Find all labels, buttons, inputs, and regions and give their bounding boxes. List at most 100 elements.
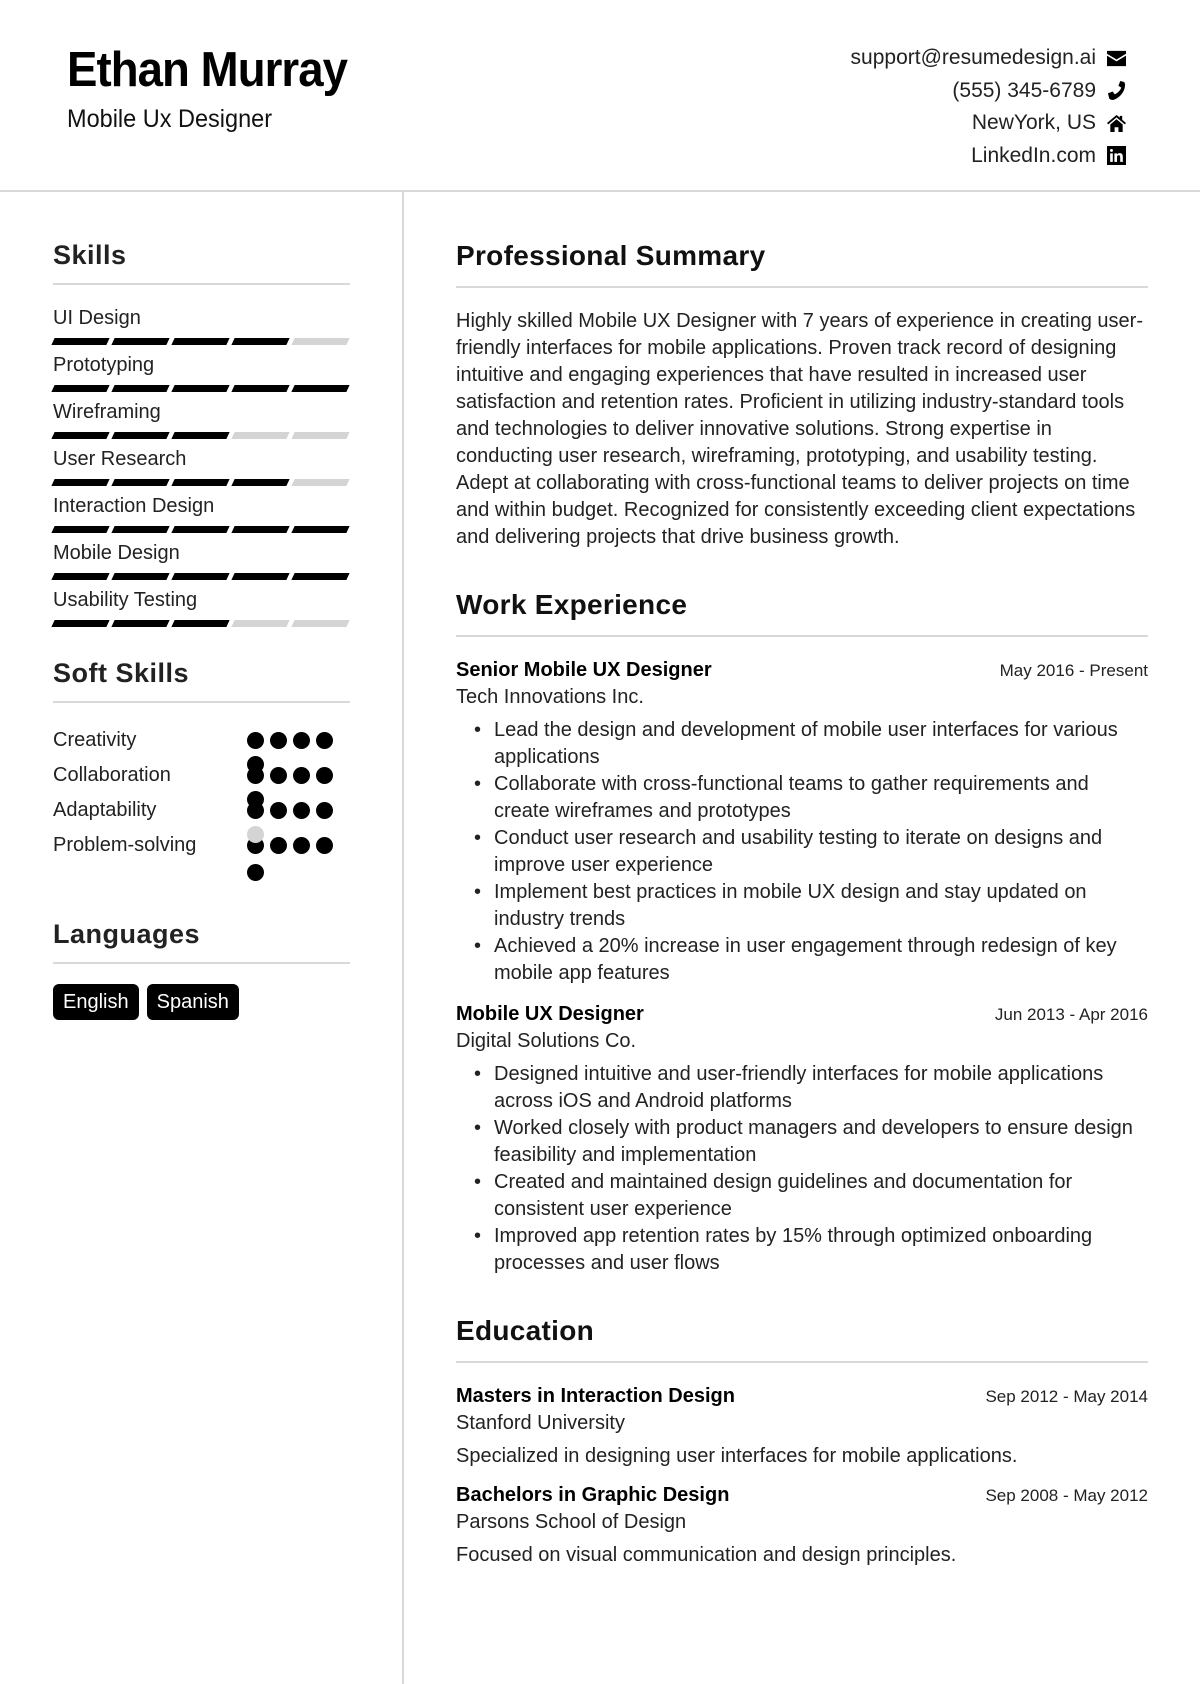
contact-email-text[interactable]: support@resumedesign.ai	[851, 46, 1096, 70]
skill-segment-filled	[111, 620, 170, 627]
skill-segment-filled	[51, 432, 110, 439]
contact-phone-text[interactable]: (555) 345-6789	[952, 79, 1096, 103]
skill-segment-filled	[231, 479, 290, 486]
rating-dot-filled	[316, 766, 333, 784]
rating-dot-filled	[270, 801, 287, 819]
soft-skills-heading: Soft Skills	[53, 658, 350, 703]
skill-segment-filled	[111, 573, 170, 580]
skill-level-bar	[51, 385, 350, 393]
skill-segment-filled	[51, 620, 110, 627]
skill-name: User Research	[53, 448, 187, 470]
job-dates: May 2016 - Present	[999, 661, 1148, 680]
linkedin-icon	[1106, 146, 1126, 166]
skill-item: UI Design	[51, 305, 350, 346]
skill-segment-filled	[171, 338, 230, 345]
rating-dot-filled	[247, 790, 264, 808]
job-header: Mobile UX Designer Jun 2013 - Apr 2016	[456, 1001, 1148, 1028]
skill-name: Wireframing	[53, 401, 161, 423]
skill-segment-filled	[231, 573, 290, 580]
job-title: Senior Mobile UX Designer	[456, 659, 712, 681]
resume-header: Ethan Murray Mobile Ux Designer support@…	[0, 0, 1200, 192]
skill-segment-filled	[111, 338, 170, 345]
skill-segment-filled	[171, 385, 230, 392]
education-header: Masters in Interaction Design Sep 2012 - …	[456, 1383, 1148, 1410]
phone-icon	[1106, 81, 1126, 101]
soft-skill-item: Collaboration	[53, 755, 350, 793]
skill-level-bar	[51, 479, 350, 487]
soft-skill-rating	[247, 790, 337, 820]
soft-skill-name: Collaboration	[53, 764, 171, 786]
skill-segment-empty	[291, 338, 350, 345]
rating-dot-empty	[247, 825, 264, 843]
skill-name: Usability Testing	[53, 589, 198, 611]
contact-linkedin[interactable]: LinkedIn.com	[851, 140, 1126, 173]
soft-skill-overflow	[53, 863, 350, 883]
education-dates: Sep 2012 - May 2014	[985, 1387, 1148, 1406]
skill-name: UI Design	[53, 307, 141, 329]
skill-segment-filled	[231, 338, 290, 345]
skill-name: Mobile Design	[53, 542, 180, 564]
skill-level-bar	[51, 620, 350, 628]
candidate-name: Ethan Murray	[67, 43, 348, 97]
job-company: Tech Innovations Inc.	[456, 686, 644, 708]
skill-level-bar	[51, 432, 350, 440]
rating-dot-filled	[270, 836, 287, 854]
skill-segment-empty	[231, 432, 290, 439]
skill-segment-filled	[291, 385, 350, 392]
job-bullet: Collaborate with cross-functional teams …	[474, 771, 1148, 825]
soft-skill-rating	[247, 825, 337, 855]
job-entry: Mobile UX Designer Jun 2013 - Apr 2016 Dig…	[456, 1001, 1148, 1277]
skill-segment-filled	[171, 479, 230, 486]
skill-item: Interaction Design	[51, 493, 350, 534]
skill-item: Mobile Design	[51, 540, 350, 581]
job-entry: Senior Mobile UX Designer May 2016 - Pres…	[456, 657, 1148, 987]
skill-level-bar	[51, 526, 350, 534]
rating-dot-filled	[247, 755, 264, 773]
rating-dot-filled	[270, 766, 287, 784]
contact-linkedin-text[interactable]: LinkedIn.com	[971, 144, 1096, 168]
skill-segment-filled	[231, 526, 290, 533]
skill-level-bar	[51, 338, 350, 346]
rating-dot-filled	[293, 836, 310, 854]
skill-segment-empty	[231, 620, 290, 627]
candidate-title: Mobile Ux Designer	[67, 105, 273, 133]
contact-email[interactable]: support@resumedesign.ai	[851, 42, 1126, 75]
envelope-icon	[1106, 48, 1126, 68]
language-badge: Spanish	[146, 984, 239, 1020]
job-bullet: Improved app retention rates by 15% thro…	[474, 1223, 1148, 1277]
soft-skill-item: Adaptability	[53, 790, 350, 828]
skill-segment-filled	[51, 479, 110, 486]
soft-skill-rating	[247, 755, 337, 785]
job-bullet: Worked closely with product managers and…	[474, 1115, 1148, 1169]
skills-list: UI Design Prototyping Wireframing User Rese…	[51, 305, 350, 628]
soft-skill-item: Creativity	[53, 723, 350, 758]
soft-skill-rating	[247, 731, 337, 750]
education-dates: Sep 2008 - May 2012	[985, 1486, 1148, 1505]
job-bullet: Lead the design and development of mobil…	[474, 717, 1148, 771]
rating-dot-filled	[293, 766, 310, 784]
job-dates: Jun 2013 - Apr 2016	[994, 1005, 1148, 1024]
languages-heading: Languages	[53, 919, 350, 964]
job-bullets: Designed intuitive and user-friendly int…	[456, 1061, 1148, 1277]
contact-list: support@resumedesign.ai (555) 345-6789 N…	[851, 42, 1126, 172]
contact-phone[interactable]: (555) 345-6789	[851, 75, 1126, 108]
skill-segment-filled	[291, 526, 350, 533]
rating-dot-filled	[293, 731, 310, 749]
main-content: Professional Summary Highly skilled Mobi…	[456, 240, 1148, 1581]
skill-segment-filled	[231, 385, 290, 392]
skill-segment-filled	[51, 338, 110, 345]
summary-text: Highly skilled Mobile UX Designer with 7…	[456, 310, 1143, 548]
contact-location: NewYork, US	[851, 107, 1126, 140]
skill-segment-filled	[111, 479, 170, 486]
education-header: Bachelors in Graphic Design Sep 2008 - Ma…	[456, 1482, 1148, 1509]
education-description: Specialized in designing user interfaces…	[456, 1445, 1018, 1467]
skill-segment-filled	[51, 385, 110, 392]
job-company: Digital Solutions Co.	[456, 1030, 637, 1052]
skill-segment-empty	[291, 432, 350, 439]
skill-segment-filled	[171, 620, 230, 627]
education-heading: Education	[456, 1315, 1148, 1363]
skill-segment-filled	[111, 432, 170, 439]
rating-dot-filled	[316, 801, 333, 819]
education-degree: Masters in Interaction Design	[456, 1385, 735, 1407]
soft-skill-rating-overflow	[247, 864, 337, 882]
